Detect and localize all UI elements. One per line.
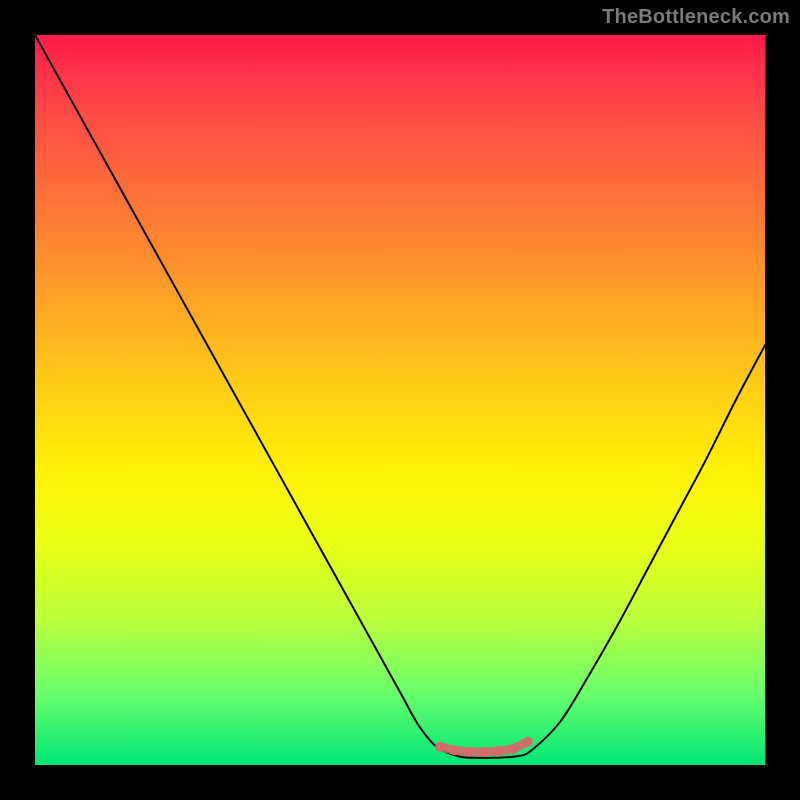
plateau-marker xyxy=(523,737,533,747)
gradient-background xyxy=(35,35,765,765)
plateau-marker xyxy=(450,745,460,755)
plateau-marker xyxy=(494,746,504,756)
plateau-marker xyxy=(464,747,474,757)
plateau-marker xyxy=(435,742,445,752)
plateau-marker xyxy=(479,747,489,757)
plateau-marker xyxy=(508,744,518,754)
plot-area xyxy=(35,35,765,765)
chart-svg xyxy=(35,35,765,765)
chart-frame: TheBottleneck.com xyxy=(0,0,800,800)
watermark-text: TheBottleneck.com xyxy=(602,6,790,29)
